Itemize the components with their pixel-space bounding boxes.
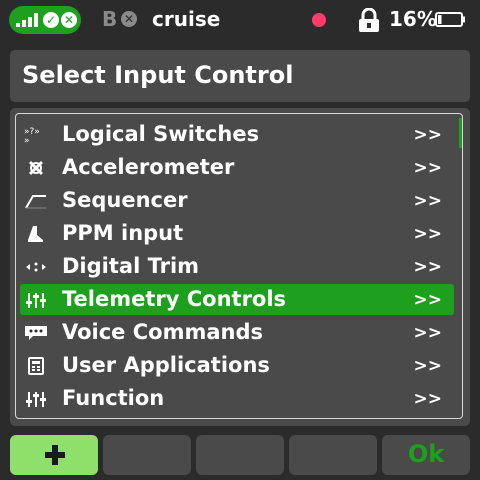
list-item-label: Logical Switches bbox=[62, 122, 260, 146]
ok-button[interactable]: Ok bbox=[382, 435, 470, 475]
record-dot-icon bbox=[312, 13, 326, 27]
receiver-status-pill[interactable]: ✓ ✕ bbox=[9, 6, 81, 34]
svg-text:»: » bbox=[24, 136, 30, 145]
check-icon: ✓ bbox=[43, 12, 59, 28]
list-item-arrow: >> bbox=[413, 125, 443, 145]
accelerometer-icon bbox=[28, 160, 44, 176]
list-item-arrow: >> bbox=[413, 290, 443, 310]
list-item-arrow: >> bbox=[413, 224, 443, 244]
battery-icon bbox=[435, 12, 465, 27]
list-item-arrow: >> bbox=[413, 323, 443, 343]
ppm-input-icon bbox=[28, 226, 43, 242]
list-item-telemetry-controls[interactable]: Telemetry Controls >> bbox=[20, 284, 454, 315]
lock-icon[interactable] bbox=[358, 8, 380, 32]
calculator-icon bbox=[28, 357, 44, 375]
title-bar: Select Input Control bbox=[10, 50, 470, 102]
blank-button-2[interactable] bbox=[196, 435, 284, 475]
ok-button-label: Ok bbox=[407, 440, 445, 468]
close-icon: ✕ bbox=[61, 12, 77, 28]
list-item-label: Digital Trim bbox=[62, 254, 200, 278]
sliders-icon bbox=[26, 293, 46, 308]
list-item-digital-trim[interactable]: Digital Trim >> bbox=[20, 251, 454, 282]
sequencer-icon bbox=[25, 195, 46, 209]
list-item-voice-commands[interactable]: Voice Commands >> bbox=[20, 317, 454, 348]
blank-button-3[interactable] bbox=[289, 435, 377, 475]
logical-switch-icon: »?» » bbox=[24, 127, 40, 145]
battery-percent: 16% bbox=[389, 7, 437, 31]
list-item-sequencer[interactable]: Sequencer >> bbox=[20, 185, 454, 216]
page-title: Select Input Control bbox=[22, 61, 294, 89]
list-item-label: Voice Commands bbox=[62, 320, 263, 344]
list-item-logical-switches[interactable]: »?» » Logical Switches >> bbox=[20, 119, 454, 150]
sliders-icon bbox=[26, 392, 46, 407]
list-item-ppm-input[interactable]: PPM input >> bbox=[20, 218, 454, 249]
list-item-label: Sequencer bbox=[62, 188, 188, 212]
list-item-arrow: >> bbox=[413, 356, 443, 376]
list-item-arrow: >> bbox=[413, 158, 443, 178]
digital-trim-icon bbox=[26, 262, 46, 272]
blank-button-1[interactable] bbox=[103, 435, 191, 475]
list-item-label: Function bbox=[62, 386, 165, 410]
plus-icon bbox=[45, 445, 65, 465]
list-item-arrow: >> bbox=[413, 191, 443, 211]
list-item-label: User Applications bbox=[62, 353, 270, 377]
list-item-function[interactable]: Function >> bbox=[20, 383, 454, 414]
model-prefix: B bbox=[102, 7, 118, 31]
list-item-accelerometer[interactable]: Accelerometer >> bbox=[20, 152, 454, 183]
list-item-user-applications[interactable]: User Applications >> bbox=[20, 350, 454, 381]
model-name[interactable]: cruise bbox=[152, 7, 220, 31]
add-button[interactable] bbox=[10, 435, 98, 475]
list-item-arrow: >> bbox=[413, 389, 443, 409]
signal-icon bbox=[16, 13, 40, 27]
list-item-arrow: >> bbox=[413, 257, 443, 277]
list-item-label: PPM input bbox=[62, 221, 184, 245]
list-item-label: Telemetry Controls bbox=[62, 287, 287, 311]
speech-bubble-icon bbox=[25, 326, 47, 340]
status-bar: ✓ ✕ B ✕ cruise 16% bbox=[0, 0, 480, 40]
scrollbar[interactable] bbox=[459, 118, 462, 148]
model-close-icon[interactable]: ✕ bbox=[121, 11, 137, 27]
list-item-label: Accelerometer bbox=[62, 155, 235, 179]
